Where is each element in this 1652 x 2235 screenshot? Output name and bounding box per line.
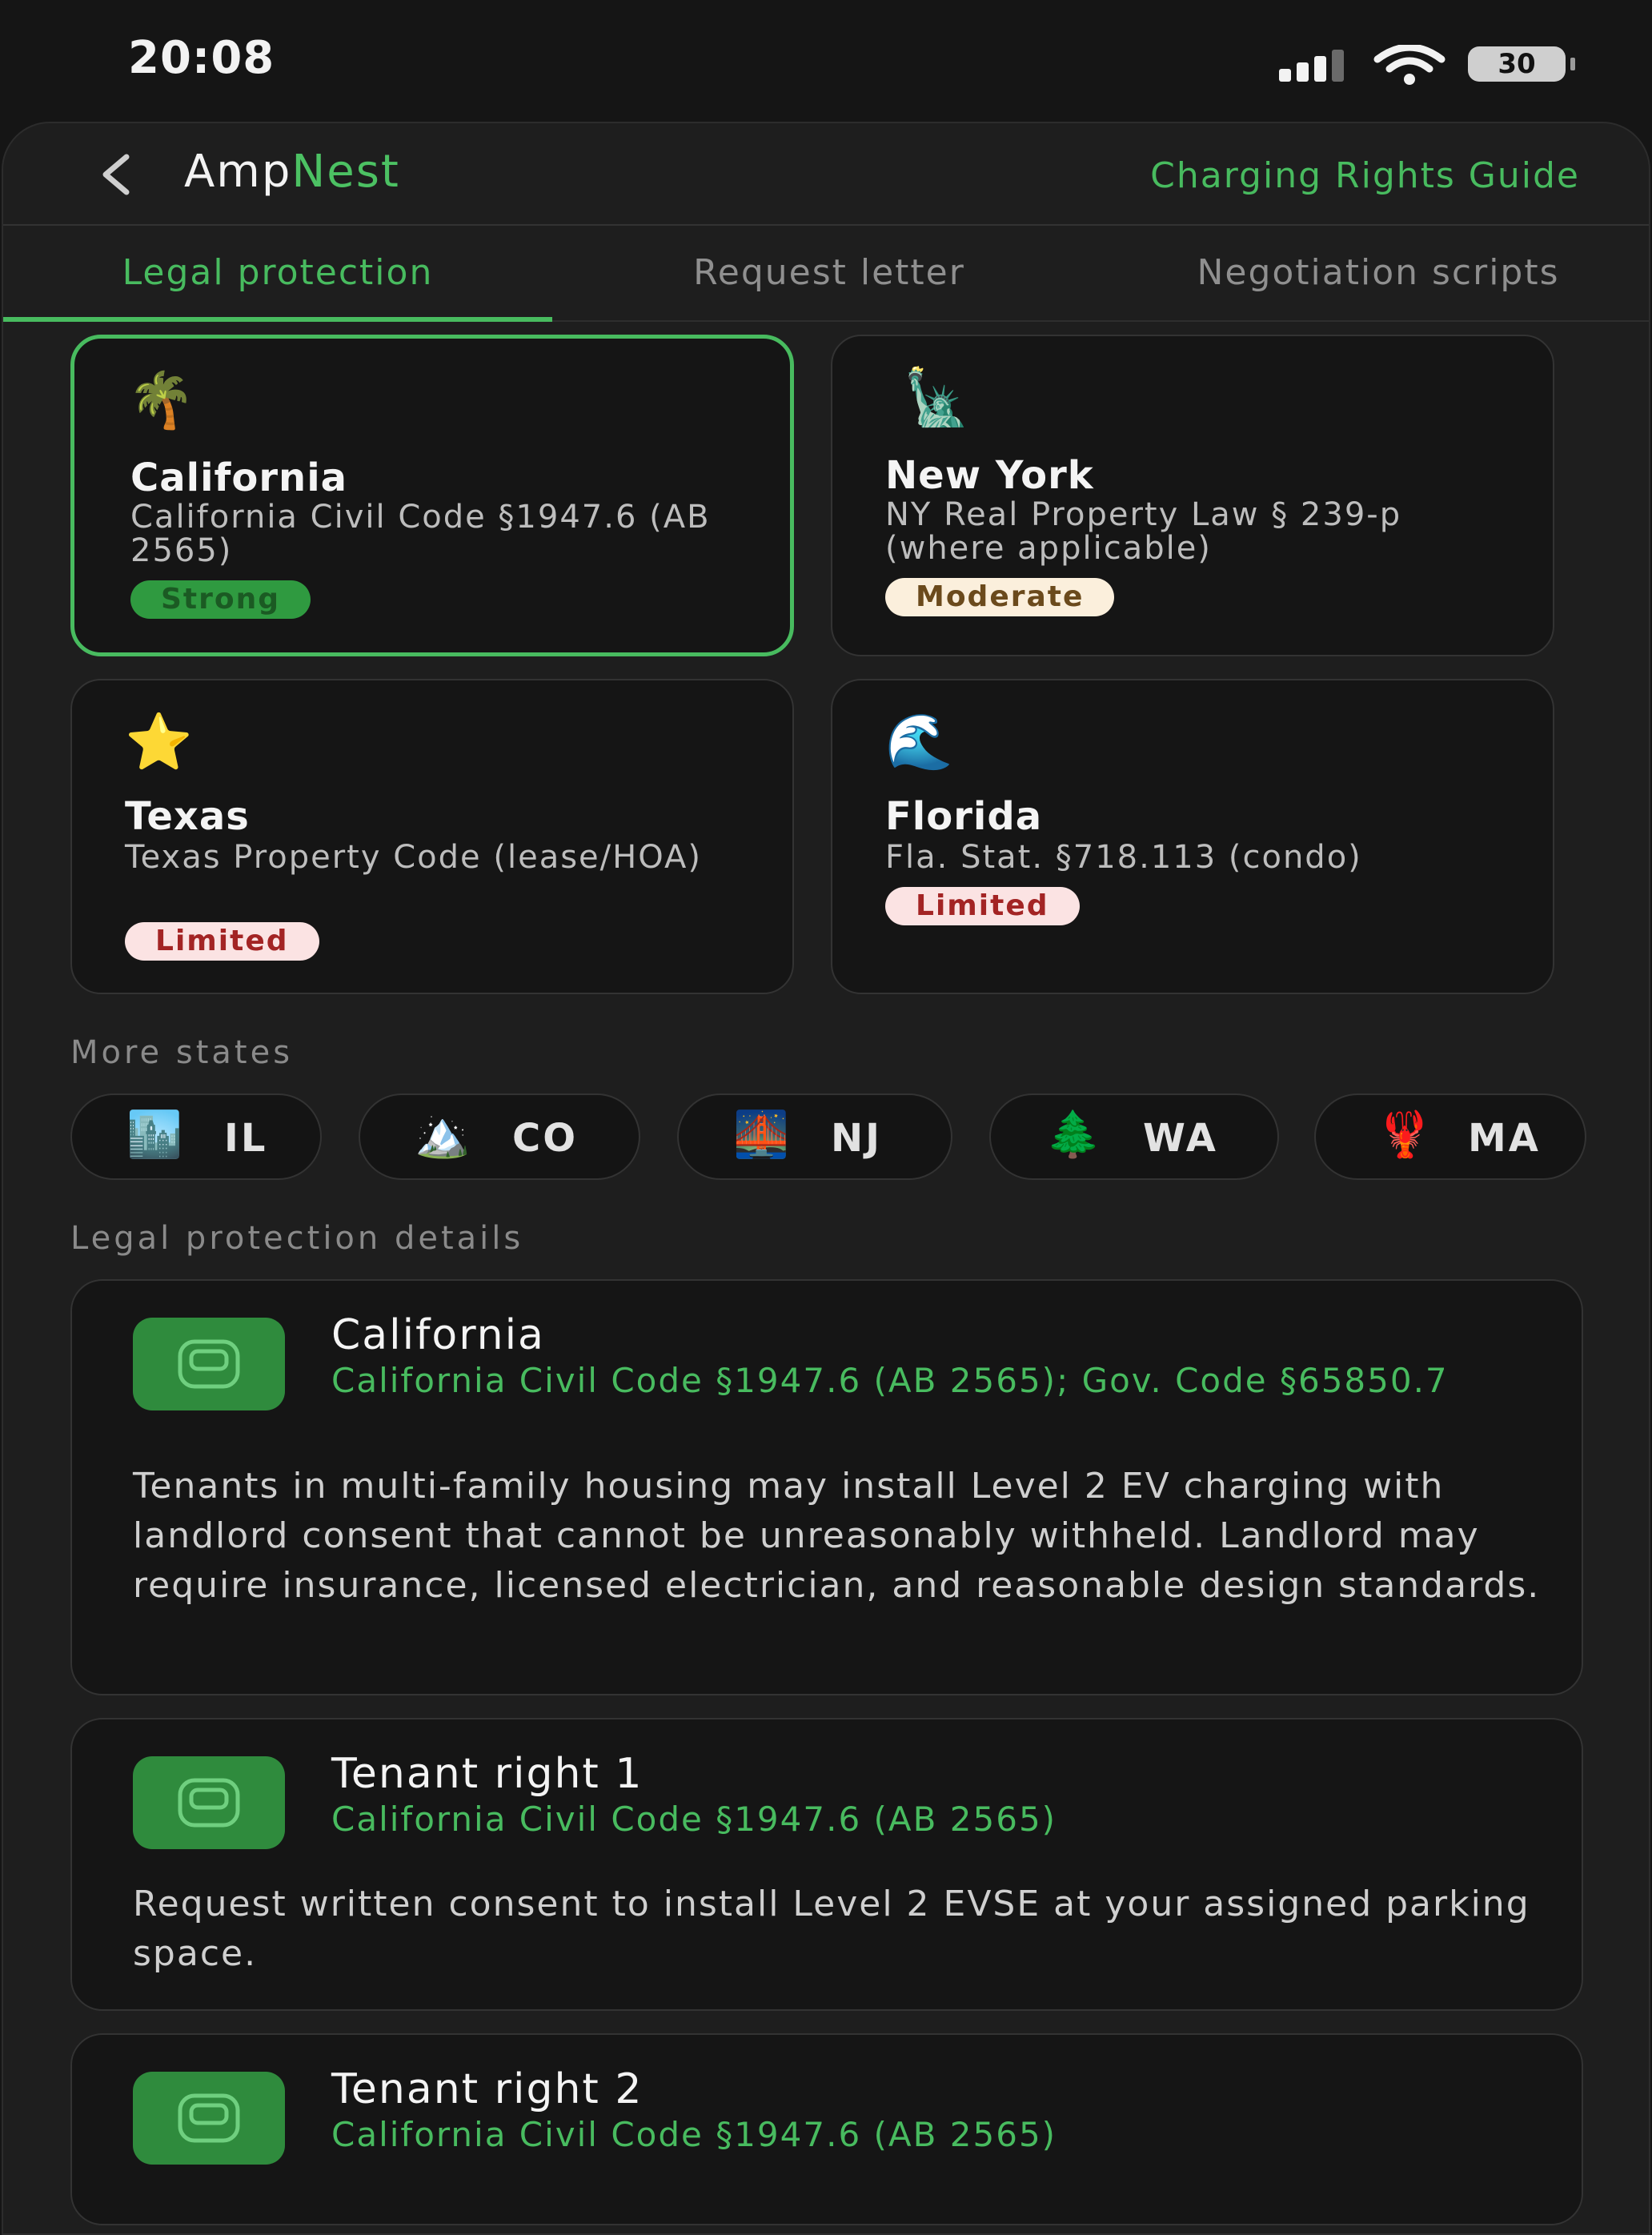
- chip-label: MA: [1468, 1116, 1541, 1161]
- state-name: Florida: [885, 794, 1043, 839]
- evergreen-tree-icon: 🌲: [1045, 1109, 1101, 1161]
- detail-body: Tenants in multi-family housing may inst…: [133, 1466, 1541, 1606]
- nav-header: AmpNest Charging Rights Guide: [3, 123, 1649, 226]
- brand-part-1: Amp: [184, 146, 292, 198]
- state-law-code: Fla. Stat. §718.113 (condo): [885, 839, 1362, 876]
- mountain-icon: 🏔️: [415, 1109, 471, 1161]
- protection-badge: Moderate: [885, 578, 1115, 616]
- app-logo: AmpNest: [184, 146, 400, 198]
- detail-title: Tenant right 1: [331, 1750, 644, 1798]
- protection-badge: Limited: [125, 922, 319, 961]
- tab-bar: Legal protection Request letter Negotiat…: [3, 226, 1649, 322]
- state-card-california[interactable]: 🌴 California California Civil Code §1947…: [70, 335, 794, 656]
- tab-legal-protection[interactable]: Legal protection: [3, 226, 552, 322]
- state-chip-ma[interactable]: 🦞 MA: [1314, 1093, 1586, 1180]
- state-chip-wa[interactable]: 🌲 WA: [989, 1093, 1279, 1180]
- state-chip-il[interactable]: 🏙️ IL: [70, 1093, 322, 1180]
- state-card-texas[interactable]: ⭐ Texas Texas Property Code (lease/HOA) …: [70, 679, 794, 994]
- detail-title: California: [331, 1311, 545, 1359]
- state-law-code: California Civil Code §1947.6 (AB 2565): [130, 499, 711, 569]
- battery-icon: 30: [1468, 46, 1575, 82]
- charger-icon: [133, 1756, 285, 1849]
- detail-title: Tenant right 2: [331, 2065, 644, 2113]
- chip-label: NJ: [831, 1116, 883, 1161]
- bridge-icon: 🌉: [733, 1109, 789, 1161]
- detail-citation: California Civil Code §1947.6 (AB 2565): [331, 2115, 1057, 2154]
- charging-rights-guide-link[interactable]: Charging Rights Guide: [1150, 155, 1580, 196]
- signal-icon: [1279, 50, 1353, 82]
- protection-badge: Strong: [130, 580, 311, 619]
- status-bar: 20:08 30: [0, 0, 1652, 120]
- state-card-florida[interactable]: 🌊 Florida Fla. Stat. §718.113 (condo) Li…: [831, 679, 1554, 994]
- state-card-new-york[interactable]: 🗽 New York NY Real Property Law § 239-p …: [831, 335, 1554, 656]
- more-states-heading: More states: [70, 1034, 294, 1071]
- charger-icon: [133, 1318, 285, 1410]
- brand-part-2: Nest: [291, 146, 400, 198]
- city-icon: 🏙️: [126, 1109, 182, 1161]
- state-law-code: Texas Property Code (lease/HOA): [125, 839, 702, 876]
- detail-card: Tenant right 1 California Civil Code §19…: [70, 1718, 1583, 2011]
- detail-body: Request written consent to install Level…: [133, 1884, 1530, 1974]
- state-chip-co[interactable]: 🏔️ CO: [359, 1093, 640, 1180]
- state-name: Texas: [125, 794, 250, 839]
- state-name: California: [130, 455, 348, 500]
- detail-card: California California Civil Code §1947.6…: [70, 1279, 1583, 1695]
- status-time: 20:08: [128, 32, 275, 84]
- tab-negotiation-scripts[interactable]: Negotiation scripts: [1124, 226, 1633, 320]
- state-name: New York: [885, 453, 1094, 498]
- protection-badge: Limited: [885, 887, 1080, 925]
- details-heading: Legal protection details: [70, 1220, 524, 1257]
- wave-icon: 🌊: [885, 711, 953, 774]
- state-law-code: NY Real Property Law § 239-p (where appl…: [885, 496, 1402, 567]
- chip-label: IL: [224, 1116, 268, 1161]
- star-icon: ⭐: [125, 711, 193, 774]
- wifi-icon: [1373, 45, 1446, 85]
- detail-citation: California Civil Code §1947.6 (AB 2565);…: [331, 1361, 1449, 1400]
- chip-label: CO: [512, 1116, 579, 1161]
- lobster-icon: 🦞: [1377, 1109, 1433, 1161]
- statue-of-liberty-icon: 🗽: [903, 367, 971, 430]
- detail-card: Tenant right 2 California Civil Code §19…: [70, 2033, 1583, 2225]
- charger-icon: [133, 2072, 285, 2165]
- tab-request-letter[interactable]: Request letter: [611, 226, 1047, 320]
- palm-tree-icon: 🌴: [127, 369, 195, 432]
- detail-citation: California Civil Code §1947.6 (AB 2565): [331, 1800, 1057, 1839]
- chip-label: WA: [1143, 1116, 1218, 1161]
- chevron-left-icon[interactable]: [94, 150, 142, 199]
- state-chip-nj[interactable]: 🌉 NJ: [677, 1093, 952, 1180]
